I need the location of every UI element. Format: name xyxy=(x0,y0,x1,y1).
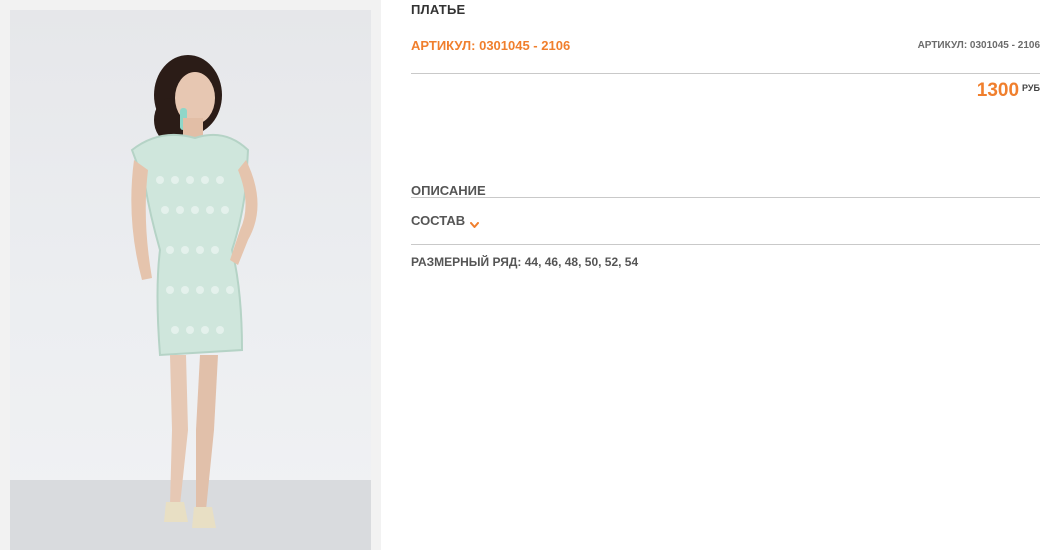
product-sku-secondary: АРТИКУЛ: 0301045 - 2106 xyxy=(917,40,1040,51)
product-sku: АРТИКУЛ: 0301045 - 2106 xyxy=(411,38,571,53)
product-photo-frame xyxy=(0,0,381,550)
product-price: 1300 РУБ xyxy=(977,80,1040,102)
divider xyxy=(411,244,1040,245)
divider xyxy=(411,197,1040,198)
size-range: РАЗМЕРНЫЙ РЯД: 44, 46, 48, 50, 52, 54 xyxy=(411,255,639,269)
composition-label: СОСТАВ xyxy=(411,213,466,228)
product-title: ПЛАТЬЕ xyxy=(411,2,466,17)
price-currency: РУБ xyxy=(1022,83,1040,93)
product-photo[interactable] xyxy=(10,10,371,550)
divider xyxy=(411,73,1040,74)
model-in-dress-image xyxy=(10,55,371,550)
description-label: ОПИСАНИЕ xyxy=(411,183,486,198)
price-value: 1300 xyxy=(976,80,1020,101)
product-page: ПЛАТЬЕ АРТИКУЛ: 0301045 - 2106 АРТИКУЛ: … xyxy=(0,0,1055,550)
composition-toggle[interactable]: СОСТАВ xyxy=(411,213,480,228)
chevron-down-icon xyxy=(470,217,480,228)
